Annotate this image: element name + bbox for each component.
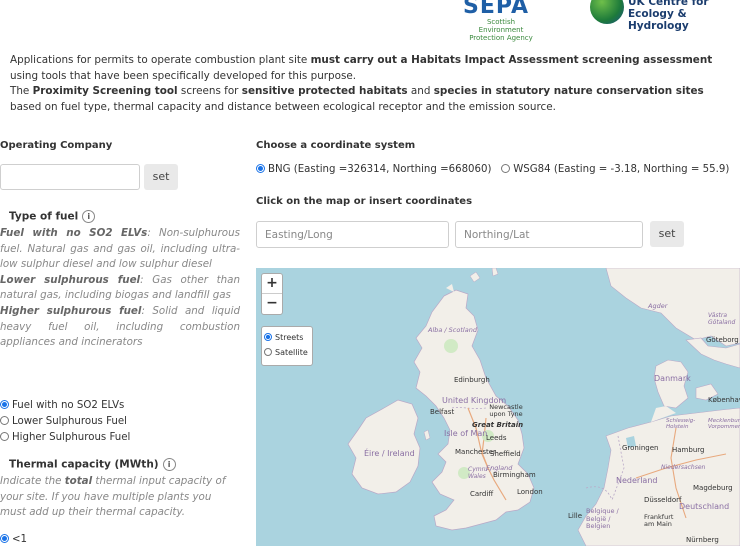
map-label-belgique: Belgique / België / Belgien	[586, 507, 619, 530]
map-label-kobenhavn: København	[708, 396, 740, 404]
map-label-isle-of-man: Isle of Man	[444, 429, 488, 438]
fuel-option-lower-sulphurous[interactable]: Lower Sulphurous Fuel	[0, 414, 130, 430]
radio-selected-icon[interactable]	[256, 164, 265, 173]
map-view[interactable]: Alba / Scotland Edinburgh United Kingdom…	[256, 268, 740, 546]
map-label-lille: Lille	[568, 512, 583, 520]
map-layer-control: Streets Satellite	[261, 326, 313, 366]
map-label-birmingham: Birmingham	[493, 471, 536, 479]
ukceh-logo: UK Centre for Ecology & Hydrology	[590, 0, 740, 32]
fuel-type-description: Fuel with no SO2 ELVs: Non-sulphurous fu…	[0, 227, 241, 349]
map-label-sheffield: Sheffield	[490, 450, 521, 458]
sepa-logo-word: SEPA	[463, 0, 530, 19]
sepa-logo: SEPA Scottish Environment Protection Age…	[463, 0, 535, 42]
coordinate-system-options: BNG (Easting =326314, Northing =668060) …	[256, 164, 729, 175]
map-label-great-britain: Great Britain	[472, 421, 524, 429]
northing-input[interactable]: Northing/Lat	[455, 221, 643, 248]
ukceh-globe-icon	[590, 0, 624, 24]
easting-input[interactable]: Easting/Long	[256, 221, 449, 248]
radio-selected-icon[interactable]	[264, 333, 272, 341]
map-label-leeds: Leeds	[486, 434, 507, 442]
operating-company-label: Operating Company	[0, 140, 113, 151]
ukceh-line2: Ecology & Hydrology	[628, 8, 689, 32]
map-label-schleswig: Schleswig-Holstein	[666, 418, 696, 430]
coord-option-bng[interactable]: BNG (Easting =326314, Northing =668060)	[256, 164, 491, 175]
map-label-newcastle: Newcastle upon Tyne	[489, 403, 523, 418]
layer-option-streets[interactable]: Streets	[264, 330, 310, 345]
intro-text: Applications for permits to operate comb…	[10, 54, 713, 113]
zoom-in-button[interactable]: +	[262, 274, 282, 294]
zoom-out-button[interactable]: −	[262, 294, 282, 313]
map-label-mecklenburg: Mecklenburg-Vorpommern	[708, 418, 740, 430]
map-zoom-control: + −	[261, 273, 283, 315]
map-label-belfast: Belfast	[430, 408, 455, 416]
radio-icon[interactable]	[0, 416, 9, 425]
radio-icon[interactable]	[501, 164, 511, 173]
coord-option-wgs84[interactable]: WSG84 (Easting = -3.18, Northing = 55.9)	[501, 164, 729, 175]
map-label-agder: Agder	[648, 302, 668, 310]
radio-icon[interactable]	[0, 432, 9, 441]
sepa-logo-subtitle: Scottish Environment Protection Agency	[469, 18, 533, 42]
operating-company-set-button[interactable]: set	[144, 164, 178, 190]
fuel-type-title: Type of fuel i	[9, 210, 96, 223]
radio-selected-icon[interactable]	[0, 400, 9, 409]
map-label-dusseldorf: Düsseldorf	[644, 496, 682, 504]
fuel-option-higher-sulphurous[interactable]: Higher Sulphurous Fuel	[0, 430, 130, 446]
map-label-deutschland: Deutschland	[679, 502, 730, 511]
map-label-magdeburg: Magdeburg	[693, 484, 733, 492]
map-label-london: London	[517, 488, 543, 496]
map-label-frankfurt: Frankfurt am Main	[644, 513, 674, 528]
click-map-label: Click on the map or insert coordinates	[256, 196, 473, 207]
map-label-niedersachsen: Niedersachsen	[661, 464, 706, 471]
map-label-nederland: Nederland	[616, 476, 658, 485]
fuel-option-no-so2[interactable]: Fuel with no SO2 ELVs	[0, 398, 130, 414]
map-label-cardiff: Cardiff	[470, 490, 494, 498]
info-icon[interactable]: i	[82, 210, 96, 223]
map-label-vastra: Västra Götaland	[708, 312, 736, 326]
info-icon[interactable]: i	[162, 458, 176, 471]
map-label-alba: Alba / Scotland	[428, 326, 477, 334]
ukceh-line1: UK Centre for	[628, 0, 709, 8]
map-label-goteborg: Göteborg	[706, 336, 739, 344]
map-label-groningen: Groningen	[622, 444, 659, 452]
layer-option-satellite[interactable]: Satellite	[264, 345, 310, 360]
radio-selected-icon[interactable]	[0, 534, 9, 543]
map-label-nurnberg: Nürnberg	[686, 536, 719, 544]
map-label-edinburgh: Edinburgh	[454, 376, 490, 384]
thermal-capacity-title: Thermal capacity (MWth) i	[9, 458, 176, 471]
map-label-danmark: Danmark	[654, 374, 691, 383]
operating-company-input[interactable]	[0, 164, 140, 190]
map-label-hamburg: Hamburg	[672, 446, 705, 454]
map-label-eire: Éire / Ireland	[364, 449, 415, 458]
coordinate-system-label: Choose a coordinate system	[256, 140, 416, 151]
fuel-type-options: Fuel with no SO2 ELVs Lower Sulphurous F…	[0, 398, 130, 446]
radio-icon[interactable]	[264, 348, 272, 356]
map-label-cymru: Cymru / Wales	[468, 466, 492, 480]
coordinates-set-button[interactable]: set	[650, 221, 684, 247]
thermal-capacity-description: Indicate the total thermal input capacit…	[0, 475, 226, 519]
